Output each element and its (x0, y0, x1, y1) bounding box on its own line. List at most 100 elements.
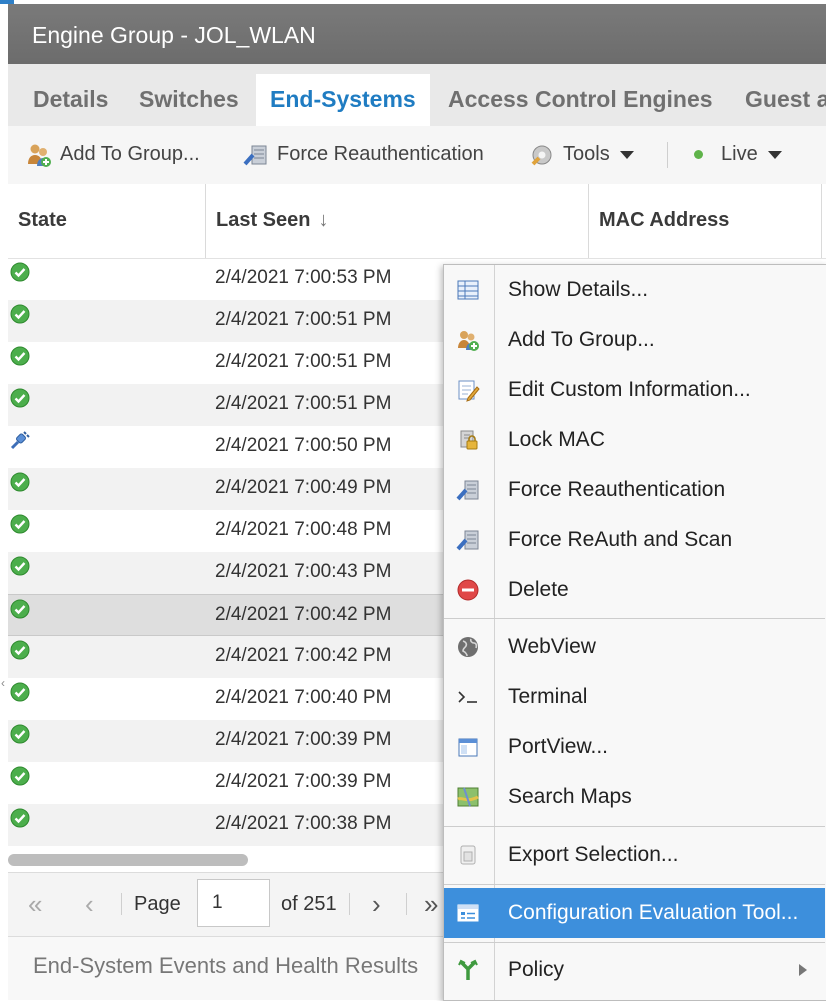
menu-separator (444, 826, 825, 827)
status-ok-icon (10, 514, 30, 534)
events-panel-title: End-System Events and Health Results (33, 953, 419, 978)
menu-item-label: Show Details... (508, 278, 649, 301)
last-seen-cell: 2/4/2021 7:00:38 PM (215, 813, 392, 834)
connecting-plug-icon (10, 431, 30, 450)
menu-item-webview[interactable]: WebView (444, 622, 825, 672)
status-ok-icon (10, 346, 30, 366)
status-ok-icon (10, 599, 30, 619)
menu-item-label: Lock MAC (508, 428, 605, 451)
last-seen-cell: 2/4/2021 7:00:39 PM (215, 729, 392, 750)
last-seen-cell: 2/4/2021 7:00:50 PM (215, 435, 392, 456)
lock-icon (460, 430, 478, 450)
menu-item-lock-mac[interactable]: Lock MAC (444, 415, 825, 465)
page-label: Page (134, 893, 181, 915)
last-seen-cell: 2/4/2021 7:00:42 PM (215, 604, 392, 625)
menu-item-label: Delete (508, 578, 569, 601)
last-seen-cell: 2/4/2021 7:00:39 PM (215, 771, 392, 792)
tab-end-systems[interactable]: End-Systems (256, 74, 430, 126)
menu-item-label: Force ReAuth and Scan (508, 528, 733, 551)
left-edge (0, 0, 14, 999)
tab-switches[interactable]: Switches (139, 74, 239, 126)
live-status-icon (694, 150, 703, 160)
collapse-handle-icon[interactable]: ‹ (1, 677, 7, 689)
last-seen-cell: 2/4/2021 7:00:42 PM (215, 645, 392, 666)
menu-item-label: Terminal (508, 685, 588, 708)
menu-item-export-selection[interactable]: Export Selection... (444, 830, 825, 880)
users-add-icon (28, 144, 51, 167)
menu-item-label: Search Maps (508, 785, 632, 808)
menu-item-terminal[interactable]: Terminal (444, 672, 825, 722)
status-ok-icon (10, 556, 30, 576)
menu-separator (444, 618, 825, 619)
last-seen-cell: 2/4/2021 7:00:53 PM (215, 267, 392, 288)
prev-page-button[interactable]: ‹ (85, 873, 94, 935)
force-reauth-button[interactable]: Force Reauthentication (243, 126, 484, 184)
next-page-button[interactable]: › (372, 873, 381, 935)
menu-item-edit-custom-information[interactable]: Edit Custom Information... (444, 365, 825, 415)
reauth-scan-icon (456, 530, 479, 551)
sort-desc-icon: ↓ (318, 209, 329, 231)
page-number-input[interactable] (197, 879, 270, 927)
horizontal-scrollbar-thumb[interactable] (8, 854, 248, 866)
last-seen-cell: 2/4/2021 7:00:51 PM (215, 309, 392, 330)
status-ok-icon (10, 724, 30, 744)
menu-item-force-reauth-and-scan[interactable]: Force ReAuth and Scan (444, 515, 825, 565)
globe-icon (458, 637, 478, 657)
column-last-seen-label: Last Seen (216, 209, 311, 231)
edit-note-icon (458, 380, 480, 402)
menu-item-label: Export Selection... (508, 843, 679, 866)
page-total: of 251 (281, 893, 337, 915)
menu-item-label: Force Reauthentication (508, 478, 726, 501)
status-ok-icon (10, 388, 30, 408)
window-icon (458, 738, 478, 757)
menu-item-force-reauthentication[interactable]: Force Reauthentication (444, 465, 825, 515)
tools-label: Tools (563, 143, 610, 165)
status-ok-icon (10, 766, 30, 786)
menu-item-delete[interactable]: Delete (444, 565, 825, 615)
menu-item-label: Policy (508, 958, 565, 981)
menu-item-label: WebView (508, 635, 596, 658)
menu-item-search-maps[interactable]: Search Maps (444, 772, 825, 822)
tab-guest[interactable]: Guest a (745, 74, 826, 126)
last-seen-cell: 2/4/2021 7:00:51 PM (215, 393, 392, 414)
column-divider[interactable] (205, 184, 206, 258)
table-header: State Last Seen ↓ MAC Address (8, 184, 826, 259)
status-ok-icon (10, 262, 30, 282)
last-page-button[interactable]: » (424, 873, 438, 935)
config-eval-icon (457, 904, 479, 922)
column-divider[interactable] (821, 184, 822, 258)
chevron-down-icon (767, 150, 782, 159)
tools-menu-button[interactable]: Tools (529, 126, 634, 184)
window-title: Engine Group - JOL_WLAN (8, 4, 826, 64)
column-state[interactable]: State (18, 184, 67, 258)
live-menu-button[interactable]: Live (694, 126, 782, 184)
menu-item-portview[interactable]: PortView... (444, 722, 825, 772)
menu-item-policy[interactable]: Policy (444, 945, 825, 995)
reauth-icon (456, 480, 479, 501)
first-page-button[interactable]: « (28, 873, 42, 935)
toolbar-divider (667, 142, 668, 168)
last-seen-cell: 2/4/2021 7:00:49 PM (215, 477, 392, 498)
users-add-icon (458, 331, 479, 351)
menu-item-show-details[interactable]: Show Details... (444, 265, 825, 315)
status-ok-icon (10, 808, 30, 828)
column-mac-address[interactable]: MAC Address (599, 184, 729, 258)
menu-item-add-to-group[interactable]: Add To Group... (444, 315, 825, 365)
status-ok-icon (10, 304, 30, 324)
last-seen-cell: 2/4/2021 7:00:48 PM (215, 519, 392, 540)
map-icon (457, 787, 479, 807)
pager-divider (121, 893, 122, 915)
add-to-group-label: Add To Group... (60, 143, 200, 165)
toolbar: Add To Group... Force Reauthentication T… (8, 126, 826, 185)
last-seen-cell: 2/4/2021 7:00:40 PM (215, 687, 392, 708)
add-to-group-button[interactable]: Add To Group... (26, 126, 200, 184)
tab-access-control-engines[interactable]: Access Control Engines (448, 74, 713, 126)
export-icon (460, 845, 476, 865)
column-last-seen[interactable]: Last Seen ↓ (216, 184, 328, 258)
status-ok-icon (10, 640, 30, 660)
column-divider[interactable] (588, 184, 589, 258)
tab-details[interactable]: Details (33, 74, 108, 126)
last-seen-cell: 2/4/2021 7:00:51 PM (215, 351, 392, 372)
menu-item-configuration-evaluation-tool[interactable]: Configuration Evaluation Tool... (444, 888, 825, 938)
events-panel-header[interactable]: End-System Events and Health Results (8, 936, 444, 1000)
